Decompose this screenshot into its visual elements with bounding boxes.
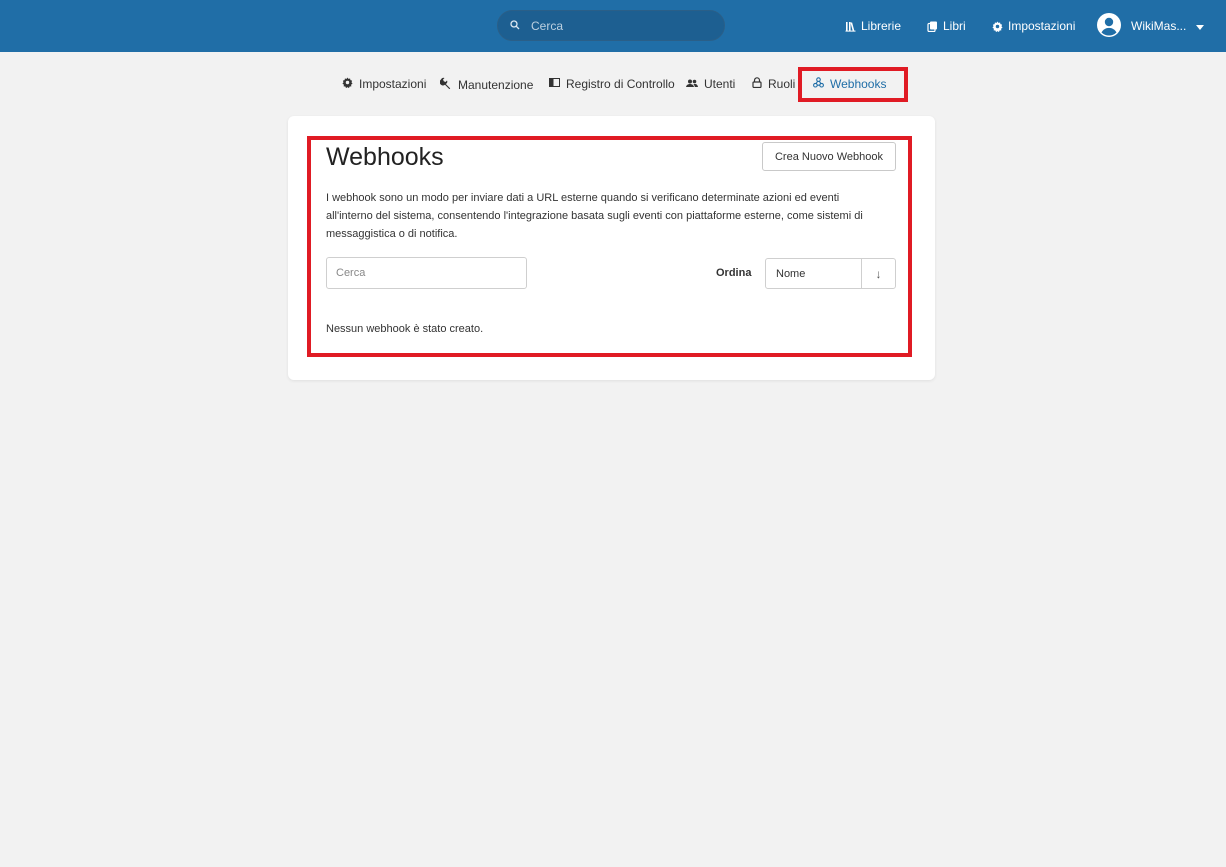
tab-roles-label: Ruoli [768, 77, 796, 91]
tab-users-label: Utenti [704, 77, 736, 91]
settings-subnav: Impostazioni Manutenzione Registro di Co… [0, 67, 1226, 102]
nav-settings-label: Impostazioni [1008, 19, 1076, 33]
global-search-input[interactable] [531, 18, 701, 33]
active-tab-highlight [798, 67, 908, 102]
content-highlight [307, 136, 912, 357]
tab-maintenance-label: Manutenzione [458, 77, 534, 92]
gear-icon [992, 20, 1003, 32]
nav-settings[interactable]: Impostazioni [992, 19, 1075, 33]
tab-audit-log[interactable]: Registro di Controllo [549, 77, 675, 91]
tab-users[interactable]: Utenti [686, 77, 735, 91]
search-icon [510, 19, 522, 32]
nav-books[interactable]: Libri [927, 19, 966, 33]
shelves-icon [845, 21, 856, 32]
top-header: Librerie Libri Impostazioni WikiMas... [0, 0, 1226, 52]
tab-audit-log-label: Registro di Controllo [566, 77, 675, 91]
books-icon [927, 21, 938, 32]
tab-settings-label: Impostazioni [359, 77, 427, 91]
lock-icon [752, 77, 762, 91]
tab-settings[interactable]: Impostazioni [342, 77, 426, 91]
nav-books-label: Libri [943, 19, 966, 33]
gear-icon [342, 77, 353, 91]
user-menu[interactable]: WikiMas... [1097, 12, 1205, 40]
wrench-icon [439, 77, 452, 92]
caret-down-icon [1196, 19, 1205, 33]
global-search[interactable] [497, 10, 725, 41]
user-name: WikiMas... [1131, 19, 1187, 33]
audit-log-icon [549, 77, 560, 91]
nav-shelves[interactable]: Librerie [845, 19, 901, 33]
avatar-icon [1097, 12, 1121, 40]
tab-roles[interactable]: Ruoli [752, 77, 795, 91]
nav-shelves-label: Librerie [861, 19, 902, 33]
tab-maintenance[interactable]: Manutenzione [439, 77, 534, 92]
users-icon [686, 77, 698, 91]
